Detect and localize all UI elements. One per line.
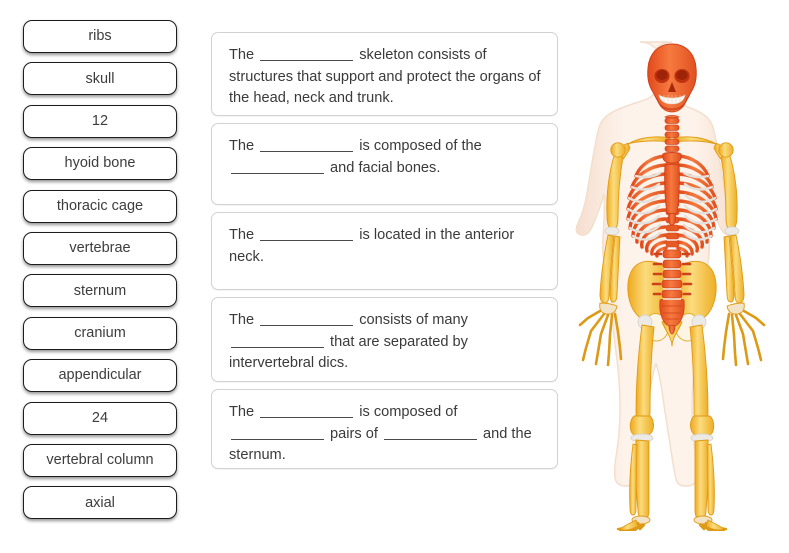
skeleton-diagram-image — [566, 26, 778, 531]
question-text: The is composed of the and facial bones. — [229, 136, 541, 179]
answer-tile[interactable]: vertebrae — [23, 231, 177, 265]
question-text: The is located in the anterior neck. — [229, 225, 541, 268]
answer-blank[interactable] — [231, 426, 324, 440]
answer-blank[interactable] — [260, 312, 354, 326]
question-text: The consists of many that are separated … — [229, 310, 541, 375]
question-text: The skeleton consists of structures that… — [229, 45, 541, 110]
answer-tile[interactable]: vertebral column — [23, 443, 177, 477]
question-text-segment: is composed of — [355, 404, 458, 420]
answer-tile[interactable]: cranium — [23, 316, 177, 350]
question-text-segment: is composed of the — [355, 138, 482, 154]
answer-tile-list: ribs skull 12 hyoid bone thoracic cage v… — [23, 20, 177, 520]
answer-tile-label: sternum — [73, 282, 127, 299]
answer-tile[interactable]: 24 — [23, 401, 177, 435]
question-text-segment: The — [229, 312, 259, 328]
cervical-vertebrae — [664, 117, 680, 152]
answer-tile[interactable]: skull — [23, 62, 177, 96]
answer-blank[interactable] — [260, 404, 354, 418]
answer-tile[interactable]: hyoid bone — [23, 147, 177, 181]
question-card-list: The skeleton consists of structures that… — [211, 32, 558, 476]
question-card[interactable]: The is composed of the and facial bones. — [211, 123, 558, 205]
answer-tile-label: 24 — [91, 409, 109, 426]
answer-tile-label: vertebral column — [46, 452, 154, 469]
answer-tile-label: skull — [85, 70, 115, 87]
answer-blank[interactable] — [260, 47, 354, 61]
question-text-segment: The — [229, 138, 259, 154]
answer-tile[interactable]: sternum — [23, 274, 177, 308]
answer-blank[interactable] — [260, 138, 354, 152]
answer-tile-label: appendicular — [58, 367, 142, 384]
question-text-segment: The — [229, 47, 259, 63]
answer-blank[interactable] — [383, 426, 477, 440]
answer-blank[interactable] — [260, 227, 354, 241]
answer-tile-label: vertebrae — [69, 240, 131, 257]
question-text: The is composed of pairs of and the ster… — [229, 402, 541, 467]
question-card[interactable]: The is located in the anterior neck. — [211, 212, 558, 290]
answer-tile-label: thoracic cage — [56, 197, 144, 214]
question-card[interactable]: The is composed of pairs of and the ster… — [211, 389, 558, 469]
answer-blank[interactable] — [231, 160, 324, 174]
answer-tile[interactable]: appendicular — [23, 359, 177, 393]
answer-tile[interactable]: ribs — [23, 20, 177, 53]
answer-blank[interactable] — [231, 334, 324, 348]
question-text-segment: pairs of — [326, 425, 382, 442]
question-text-segment: consists of many — [355, 312, 468, 328]
answer-tile-label: 12 — [91, 113, 109, 130]
answer-tile[interactable]: thoracic cage — [23, 189, 177, 223]
answer-tile-label: ribs — [88, 28, 112, 45]
question-text-segment: The — [229, 227, 259, 243]
question-text-segment: The — [229, 404, 259, 420]
answer-tile[interactable]: 12 — [23, 104, 177, 138]
question-card[interactable]: The skeleton consists of structures that… — [211, 32, 558, 116]
question-text-segment: and facial bones. — [326, 159, 441, 176]
answer-tile-label: cranium — [74, 324, 126, 341]
question-card[interactable]: The consists of many that are separated … — [211, 297, 558, 382]
skeleton-svg — [575, 41, 766, 531]
hyoid-bone — [664, 115, 680, 119]
answer-tile-label: hyoid bone — [64, 155, 136, 172]
answer-tile[interactable]: axial — [23, 486, 177, 520]
answer-tile-label: axial — [85, 494, 115, 511]
